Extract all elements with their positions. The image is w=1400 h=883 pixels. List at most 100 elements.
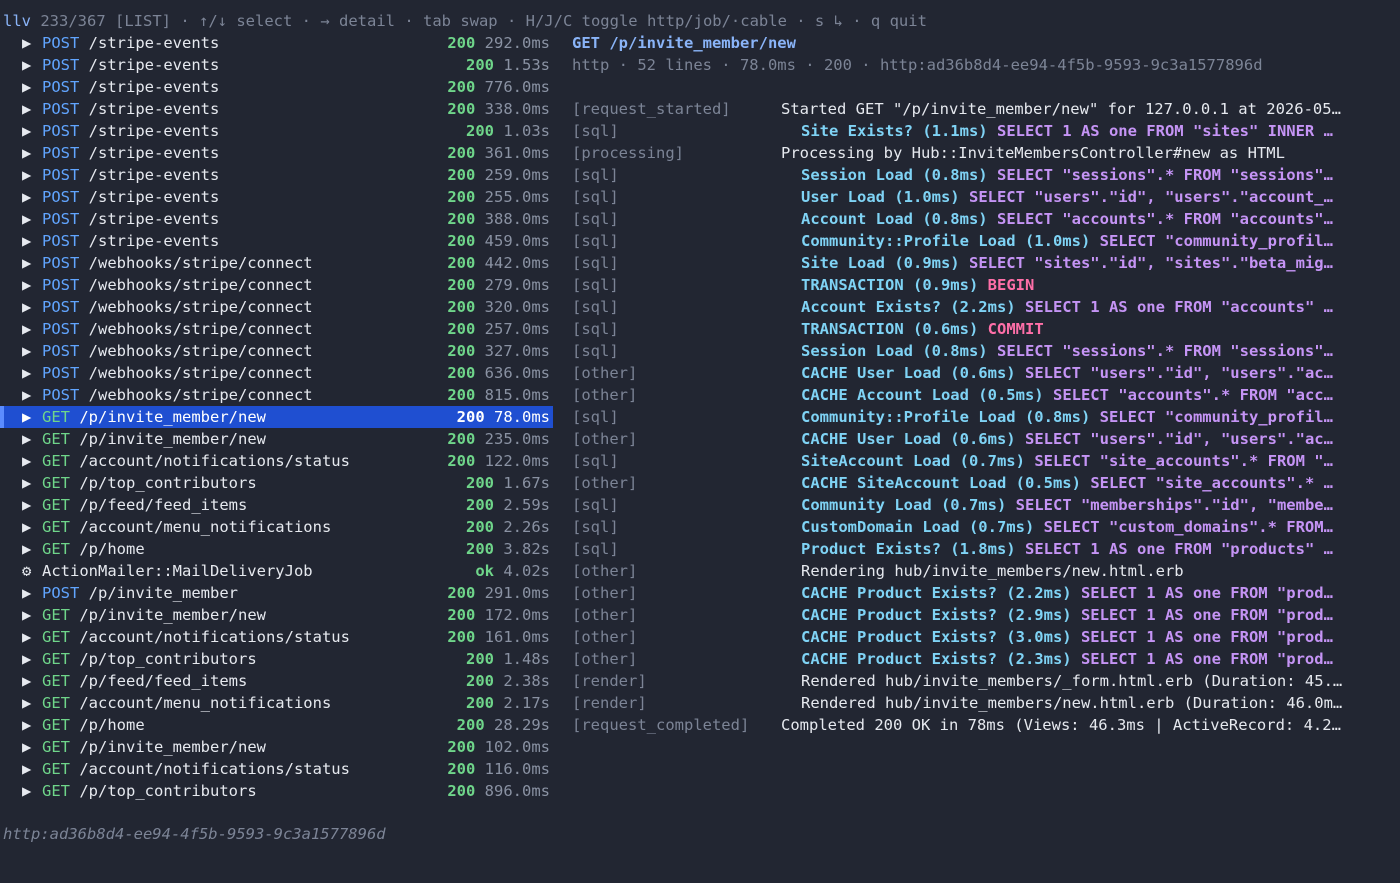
request-list[interactable]: ▶ POST /stripe-events 200 292.0ms ▶ POST /st… [0,32,553,802]
request-row[interactable]: ▶ POST /stripe-events 200 1.53s [0,54,553,76]
expand-triangle-icon[interactable]: ▶ [22,604,31,626]
status-code: 200 [447,364,476,382]
request-label: GET /p/invite_member/new [42,736,266,758]
app-name: llv [3,12,31,30]
expand-triangle-icon[interactable]: ▶ [22,318,31,340]
request-method: GET [42,694,70,712]
expand-triangle-icon[interactable]: ▶ [22,98,31,120]
log-line: [other] CACHE Product Exists? (2.3ms) SEL… [572,648,1387,670]
expand-triangle-icon[interactable]: ▶ [22,142,31,164]
request-row[interactable]: ▶ POST /webhooks/stripe/connect 200 279.0m… [0,274,553,296]
log-tag: [other] [572,562,638,580]
request-row[interactable]: ▶ POST /webhooks/stripe/connect 200 327.0m… [0,340,553,362]
request-row[interactable]: ▶ POST /stripe-events 200 776.0ms [0,76,553,98]
request-duration: 896.0ms [484,782,550,800]
log-message: Product Exists? (1.8ms) SELECT 1 AS one … [801,538,1387,560]
expand-triangle-icon[interactable]: ▶ [22,472,31,494]
request-row[interactable]: ▶ POST /stripe-events 200 388.0ms [0,208,553,230]
log-message: CACHE Product Exists? (2.3ms) SELECT 1 A… [801,648,1387,670]
expand-triangle-icon[interactable]: ▶ [22,186,31,208]
request-row[interactable]: ▶ GET /p/top_contributors 200 1.67s [0,472,553,494]
request-row[interactable]: ▶ POST /stripe-events 200 338.0ms [0,98,553,120]
request-row[interactable]: ▶ POST /stripe-events 200 361.0ms [0,142,553,164]
expand-triangle-icon[interactable]: ▶ [22,32,31,54]
request-method: GET [42,628,70,646]
request-path: /account/notifications/status [79,452,350,470]
expand-triangle-icon[interactable]: ▶ [22,582,31,604]
expand-triangle-icon[interactable]: ▶ [22,296,31,318]
request-row[interactable]: ▶ GET /p/top_contributors 200 1.48s [0,648,553,670]
expand-triangle-icon[interactable]: ▶ [22,758,31,780]
request-row[interactable]: ▶ GET /account/menu_notifications 200 2.26… [0,516,553,538]
expand-triangle-icon[interactable]: ▶ [22,780,31,802]
request-row[interactable]: ▶ GET /p/home 200 3.82s [0,538,553,560]
log-tag: [sql] [572,540,619,558]
request-row-selected[interactable]: ▶ GET /p/invite_member/new 200 78.0ms [0,406,553,428]
request-path: /stripe-events [88,210,220,228]
request-row[interactable]: ▶ POST /webhooks/stripe/connect 200 320.0m… [0,296,553,318]
request-row[interactable]: ▶ GET /p/feed/feed_items 200 2.59s [0,494,553,516]
request-row[interactable]: ▶ GET /p/invite_member/new 200 102.0ms [0,736,553,758]
status-code: 200 [447,100,476,118]
expand-triangle-icon[interactable]: ▶ [22,340,31,362]
expand-triangle-icon[interactable]: ▶ [22,450,31,472]
request-row[interactable]: ▶ POST /webhooks/stripe/connect 200 257.0m… [0,318,553,340]
request-row[interactable]: ▶ GET /p/feed/feed_items 200 2.38s [0,670,553,692]
request-row[interactable]: ▶ POST /stripe-events 200 1.03s [0,120,553,142]
request-method: POST [42,210,80,228]
expand-triangle-icon[interactable]: ▶ [22,428,31,450]
request-row[interactable]: ▶ GET /account/notifications/status 200 11… [0,758,553,780]
request-row[interactable]: ▶ GET /account/menu_notifications 200 2.17… [0,692,553,714]
expand-triangle-icon[interactable]: ▶ [22,76,31,98]
expand-triangle-icon[interactable]: ▶ [22,406,31,428]
request-row[interactable]: ▶ POST /stripe-events 200 259.0ms [0,164,553,186]
request-path: /p/top_contributors [79,474,257,492]
request-row[interactable]: ▶ POST /webhooks/stripe/connect 200 636.0m… [0,362,553,384]
status-code: 200 [447,298,476,316]
request-row[interactable]: ▶ GET /p/home 200 28.29s [0,714,553,736]
expand-triangle-icon[interactable]: ▶ [22,736,31,758]
log-message: CACHE User Load (0.6ms) SELECT "users"."… [801,362,1387,384]
request-row[interactable]: ⚙ ActionMailer::MailDeliveryJob ok 4.02s [0,560,553,582]
log-query-name: CACHE Product Exists? (3.0ms) [801,628,1072,646]
request-row[interactable]: ▶ POST /stripe-events 200 292.0ms [0,32,553,54]
expand-triangle-icon[interactable]: ▶ [22,538,31,560]
gear-icon[interactable]: ⚙ [22,560,31,582]
request-row[interactable]: ▶ POST /stripe-events 200 459.0ms [0,230,553,252]
expand-triangle-icon[interactable]: ▶ [22,494,31,516]
request-row[interactable]: ▶ GET /p/top_contributors 200 896.0ms [0,780,553,802]
detail-pane[interactable]: GET /p/invite_member/new http · 52 lines… [572,32,1387,736]
expand-triangle-icon[interactable]: ▶ [22,670,31,692]
log-line: [other] Rendering hub/invite_members/new.… [572,560,1387,582]
request-row[interactable]: ▶ POST /webhooks/stripe/connect 200 442.0m… [0,252,553,274]
expand-triangle-icon[interactable]: ▶ [22,362,31,384]
expand-triangle-icon[interactable]: ▶ [22,208,31,230]
expand-triangle-icon[interactable]: ▶ [22,252,31,274]
request-row[interactable]: ▶ GET /p/invite_member/new 200 235.0ms [0,428,553,450]
expand-triangle-icon[interactable]: ▶ [22,648,31,670]
expand-triangle-icon[interactable]: ▶ [22,230,31,252]
request-row[interactable]: ▶ GET /account/notifications/status 200 16… [0,626,553,648]
log-line: [other] CACHE Product Exists? (2.2ms) SEL… [572,582,1387,604]
expand-triangle-icon[interactable]: ▶ [22,120,31,142]
log-message: Account Exists? (2.2ms) SELECT 1 AS one … [801,296,1387,318]
expand-triangle-icon[interactable]: ▶ [22,626,31,648]
expand-triangle-icon[interactable]: ▶ [22,384,31,406]
expand-triangle-icon[interactable]: ▶ [22,54,31,76]
expand-triangle-icon[interactable]: ▶ [22,516,31,538]
request-method: POST [42,56,80,74]
expand-triangle-icon[interactable]: ▶ [22,164,31,186]
request-row[interactable]: ▶ GET /p/invite_member/new 200 172.0ms [0,604,553,626]
request-method: GET [42,672,70,690]
expand-triangle-icon[interactable]: ▶ [22,714,31,736]
status-code: 200 [447,320,476,338]
request-row[interactable]: ▶ GET /account/notifications/status 200 12… [0,450,553,472]
log-message: CustomDomain Load (0.7ms) SELECT "custom… [801,516,1387,538]
expand-triangle-icon[interactable]: ▶ [22,274,31,296]
request-row[interactable]: ▶ POST /webhooks/stripe/connect 200 815.0m… [0,384,553,406]
request-row[interactable]: ▶ POST /stripe-events 200 255.0ms [0,186,553,208]
request-duration: 255.0ms [484,188,550,206]
log-sql: SELECT "users"."id", "users"."account_… [968,188,1333,206]
expand-triangle-icon[interactable]: ▶ [22,692,31,714]
request-row[interactable]: ▶ POST /p/invite_member 200 291.0ms [0,582,553,604]
